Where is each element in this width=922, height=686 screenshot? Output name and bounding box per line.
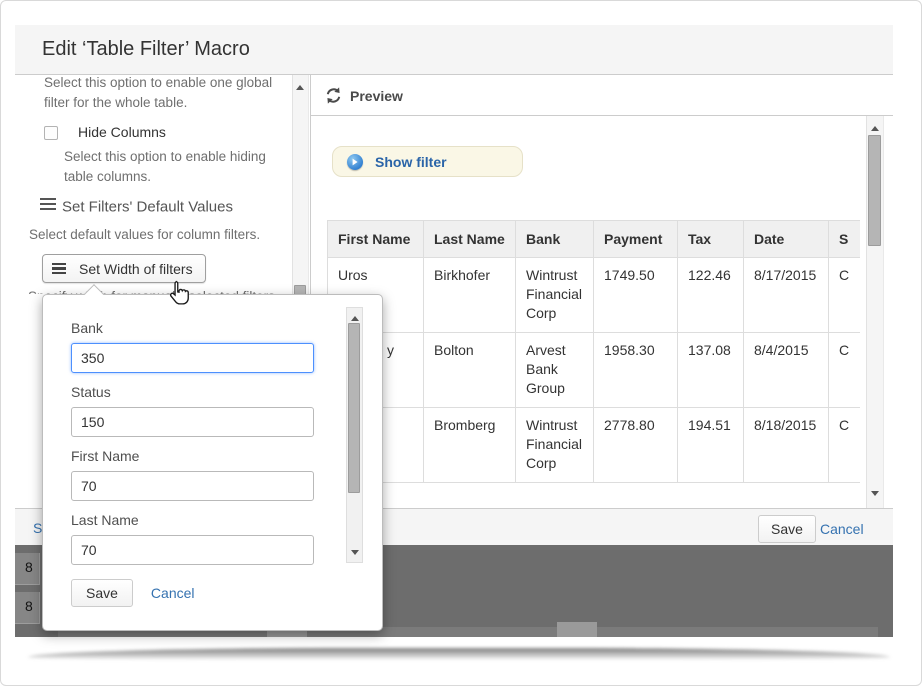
table-cell: 1958.30 <box>594 333 678 408</box>
column-header: Last Name <box>424 221 516 258</box>
sidebar-scroll-up-arrow[interactable] <box>292 80 308 94</box>
column-header: Payment <box>594 221 678 258</box>
dialog-title: Edit ‘Table Filter’ Macro <box>42 38 250 61</box>
table-row: yBoltonArvest Bank Group1958.30137.088/4… <box>328 333 861 408</box>
width-field-input[interactable] <box>71 407 314 437</box>
set-width-of-filters-button[interactable]: Set Width of filters <box>42 254 206 283</box>
width-field-input[interactable] <box>71 535 314 565</box>
footer-left-link[interactable]: S <box>33 520 42 536</box>
set-defaults-description: Select default values for column filters… <box>29 225 299 245</box>
hamburger-icon <box>52 261 66 277</box>
hide-columns-description: Select this option to enable hiding tabl… <box>64 147 289 187</box>
table-cell: 194.51 <box>678 408 744 483</box>
set-width-description-clipped: Specify width for manually selected filt… <box>28 287 300 294</box>
table-cell: 122.46 <box>678 258 744 333</box>
popup-scrollbar-thumb[interactable] <box>348 323 360 493</box>
hide-columns-row: Hide Columns <box>44 124 166 142</box>
popup-scroll-down-arrow[interactable] <box>347 545 363 559</box>
table-cell: Bromberg <box>424 408 516 483</box>
column-header: Bank <box>516 221 594 258</box>
table-cell: 2778.80 <box>594 408 678 483</box>
table-row: BrombergWintrust Financial Corp2778.8019… <box>328 408 861 483</box>
table-cell: 1749.50 <box>594 258 678 333</box>
column-header: First Name <box>328 221 424 258</box>
refresh-icon[interactable] <box>324 86 343 110</box>
table-row: UrosBirkhoferWintrust Financial Corp1749… <box>328 258 861 333</box>
table-cell: Wintrust Financial Corp <box>516 408 594 483</box>
show-filter-arrow-icon <box>347 154 363 170</box>
hide-columns-label: Hide Columns <box>78 124 166 140</box>
table-cell: 137.08 <box>678 333 744 408</box>
column-header: Tax <box>678 221 744 258</box>
dialog-cancel-link[interactable]: Cancel <box>820 521 864 537</box>
preview-scroll-down-arrow[interactable] <box>867 486 883 500</box>
table-cell: C <box>829 408 861 483</box>
hamburger-icon <box>40 195 56 213</box>
table-cell: Bolton <box>424 333 516 408</box>
preview-title: Preview <box>350 88 403 104</box>
preview-scrollbar-thumb[interactable] <box>868 135 881 246</box>
preview-scroll-up-arrow[interactable] <box>867 121 883 135</box>
hide-columns-checkbox[interactable] <box>44 126 58 140</box>
table-header-row: First NameLast NameBankPaymentTaxDateS <box>328 221 861 258</box>
show-filter-label: Show filter <box>375 154 447 170</box>
table-cell: Arvest Bank Group <box>516 333 594 408</box>
table-cell: C <box>829 258 861 333</box>
mouse-cursor-icon <box>168 280 190 312</box>
background-table-cell-light <box>557 622 597 637</box>
width-field: Status <box>71 385 316 437</box>
background-table-cell: 8 <box>15 553 40 585</box>
column-header: Date <box>744 221 829 258</box>
set-width-popup: Bank Status First Name Last Name Save Ca… <box>42 294 383 631</box>
background-table-cell: 8 <box>15 592 40 624</box>
screenshot-bottom-shadow <box>28 648 890 660</box>
preview-table: First NameLast NameBankPaymentTaxDateS U… <box>327 220 860 483</box>
width-field: Bank <box>71 321 316 373</box>
popup-actions: Save Cancel <box>71 579 195 607</box>
width-field: Last Name <box>71 513 316 565</box>
table-cell: 8/4/2015 <box>744 333 829 408</box>
width-field-input[interactable] <box>71 343 314 373</box>
preview-header: Preview <box>311 75 893 116</box>
set-defaults-label: Set Filters' Default Values <box>62 199 233 216</box>
width-field-label: First Name <box>71 449 316 464</box>
width-field-label: Bank <box>71 321 316 336</box>
width-field-input[interactable] <box>71 471 314 501</box>
column-header: S <box>829 221 861 258</box>
width-field-label: Status <box>71 385 316 400</box>
popup-fields: Bank Status First Name Last Name <box>71 321 316 577</box>
table-body: UrosBirkhoferWintrust Financial Corp1749… <box>328 258 861 483</box>
width-field-label: Last Name <box>71 513 316 528</box>
table-cell: 8/18/2015 <box>744 408 829 483</box>
width-field: First Name <box>71 449 316 501</box>
popup-cancel-link[interactable]: Cancel <box>151 585 195 601</box>
preview-table-container: First NameLast NameBankPaymentTaxDateS U… <box>327 220 860 501</box>
popup-save-button[interactable]: Save <box>71 579 133 607</box>
global-filter-description: Select this option to enable one global … <box>44 75 294 113</box>
dialog-save-button[interactable]: Save <box>758 515 816 543</box>
table-cell: 8/17/2015 <box>744 258 829 333</box>
dialog-header: Edit ‘Table Filter’ Macro <box>15 25 893 75</box>
set-width-button-label: Set Width of filters <box>79 261 193 277</box>
set-defaults-section-header[interactable]: Set Filters' Default Values <box>40 195 233 216</box>
table-cell: C <box>829 333 861 408</box>
table-cell: Birkhofer <box>424 258 516 333</box>
show-filter-button[interactable]: Show filter <box>332 146 523 177</box>
table-cell: Wintrust Financial Corp <box>516 258 594 333</box>
